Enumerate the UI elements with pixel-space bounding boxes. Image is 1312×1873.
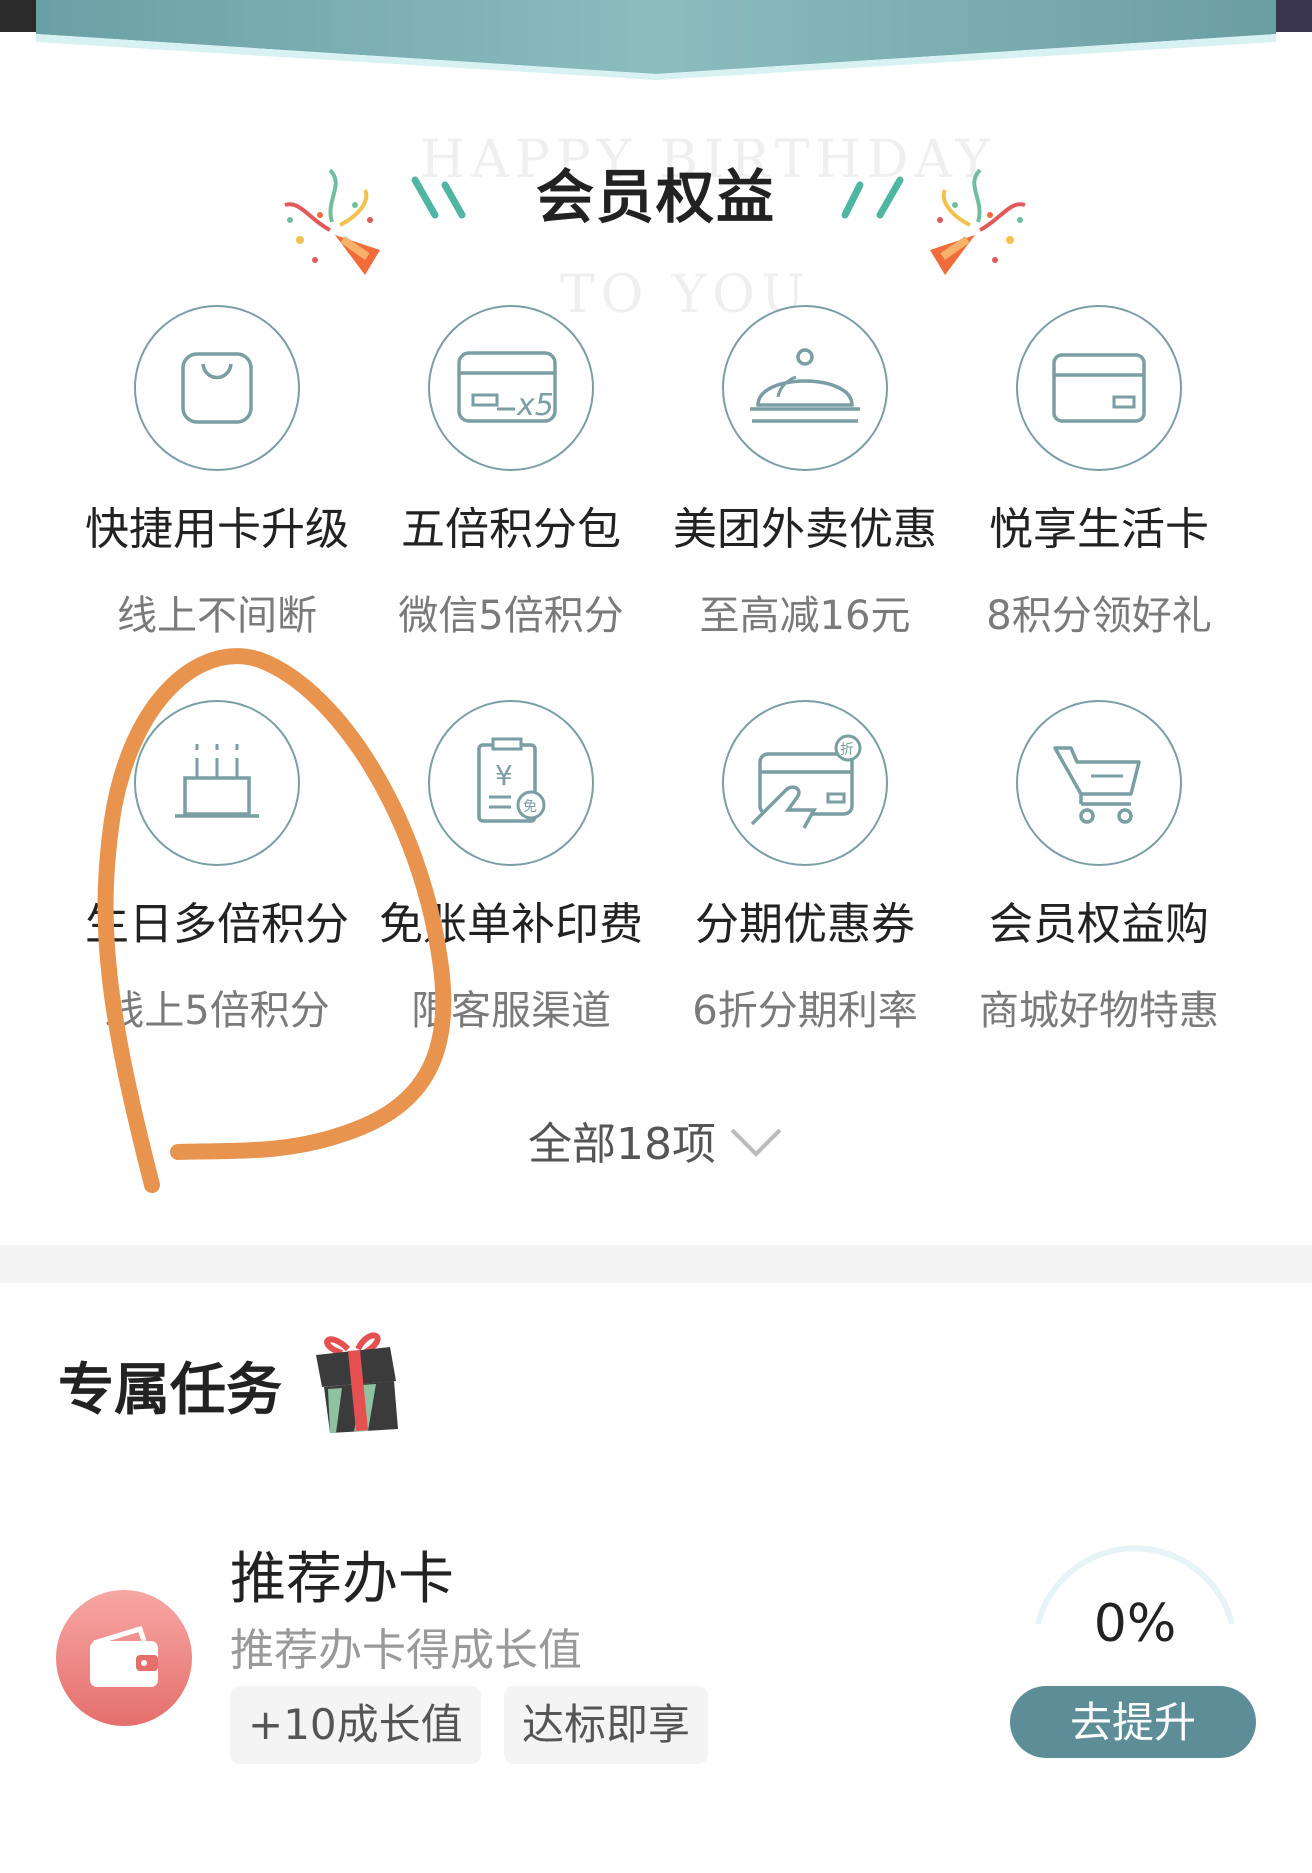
party-popper-icon: [930, 168, 1026, 275]
shopping-cart-icon: [1053, 746, 1141, 824]
task-tag-growth: +10成长值: [230, 1686, 481, 1764]
benefit-desc: 线上5倍积分: [104, 988, 330, 1034]
benefit-name: 悦享生活卡: [989, 504, 1209, 555]
waive-symbol: 免: [523, 799, 537, 815]
top-banner: [0, 0, 1312, 80]
food-cloche-icon: [750, 348, 860, 423]
discount-symbol: 折: [840, 742, 854, 758]
benefit-desc: 6折分期利率: [692, 988, 918, 1034]
benefit-quick-card-upgrade[interactable]: 快捷用卡升级 线上不间断: [70, 305, 364, 641]
benefit-desc: 微信5倍积分: [398, 593, 624, 639]
card-x5-label: x5: [516, 388, 554, 423]
benefit-desc: 至高减16元: [699, 593, 911, 639]
benefit-icon-circle: 折: [722, 700, 888, 866]
benefit-name: 会员权益购: [989, 899, 1209, 950]
chevron-down-icon: [728, 1122, 784, 1173]
bill-clipboard-icon: ¥ 免: [477, 737, 546, 823]
expand-all-label: 全部18项: [528, 1119, 716, 1170]
expand-all-benefits[interactable]: 全部18项: [0, 1108, 1312, 1173]
benefit-life-card[interactable]: 悦享生活卡 8积分领好礼: [952, 305, 1246, 641]
card-x5-icon: x5: [457, 351, 557, 423]
benefit-icon-circle: ¥ 免: [428, 700, 594, 866]
benefit-desc: 限客服渠道: [411, 988, 611, 1034]
section-divider: [0, 1245, 1312, 1283]
task-name: 推荐办卡: [230, 1547, 454, 1612]
benefit-icon-circle: [1016, 700, 1182, 866]
task-subtitle: 推荐办卡得成长值: [230, 1625, 582, 1676]
benefit-bill-reprint-waiver[interactable]: ¥ 免 免账单补印费 限客服渠道: [364, 700, 658, 1036]
progress-percent: 0%: [1093, 1594, 1177, 1654]
birthday-cake-icon: [175, 744, 259, 818]
benefit-desc: 线上不间断: [117, 593, 317, 639]
card-icon: [1052, 353, 1146, 423]
upgrade-button[interactable]: 去提升: [1010, 1686, 1256, 1758]
task-card-recommend[interactable]: 推荐办卡 推荐办卡得成长值 +10成长值 达标即享 0% 去提升: [0, 1520, 1312, 1780]
benefit-desc: 商城好物特惠: [979, 988, 1219, 1034]
benefit-name: 生日多倍积分: [85, 899, 349, 950]
section-title-member-benefits: 会员权益: [535, 163, 776, 231]
shopping-bag-icon: [181, 352, 253, 424]
benefit-member-shopping[interactable]: 会员权益购 商城好物特惠: [952, 700, 1246, 1036]
status-edge-left: [0, 0, 36, 32]
benefit-name: 免账单补印费: [379, 899, 643, 950]
benefit-icon-circle: [722, 305, 888, 471]
status-edge-right: [1276, 0, 1312, 32]
benefit-icon-circle: x5: [428, 305, 594, 471]
benefit-desc: 8积分领好礼: [986, 593, 1212, 639]
benefit-meituan-delivery[interactable]: 美团外卖优惠 至高减16元: [658, 305, 952, 641]
benefit-name: 五倍积分包: [401, 504, 621, 555]
gift-box-icon: [316, 1332, 398, 1433]
benefit-installment-coupon[interactable]: 折 分期优惠券 6折分期利率: [658, 700, 952, 1036]
wallet-icon: [56, 1590, 192, 1726]
benefit-birthday-points[interactable]: 生日多倍积分 线上5倍积分: [70, 700, 364, 1036]
benefit-name: 快捷用卡升级: [85, 504, 349, 555]
task-tag-reward: 达标即享: [504, 1686, 709, 1764]
benefit-five-times-points[interactable]: x5 五倍积分包 微信5倍积分: [364, 305, 658, 641]
benefits-header: HAPPY BIRTHDAY TO YOU 会员权益: [0, 130, 1312, 325]
benefit-icon-circle: [134, 700, 300, 866]
deco-slashes-right: [841, 176, 904, 219]
benefit-icon-circle: [134, 305, 300, 471]
benefit-icon-circle: [1016, 305, 1182, 471]
benefit-name: 分期优惠券: [695, 899, 915, 950]
yuan-symbol: ¥: [495, 759, 513, 792]
benefit-name: 美团外卖优惠: [673, 504, 937, 555]
section-title-exclusive-tasks: 专属任务: [58, 1358, 282, 1423]
card-hand-discount-icon: 折: [750, 734, 862, 829]
